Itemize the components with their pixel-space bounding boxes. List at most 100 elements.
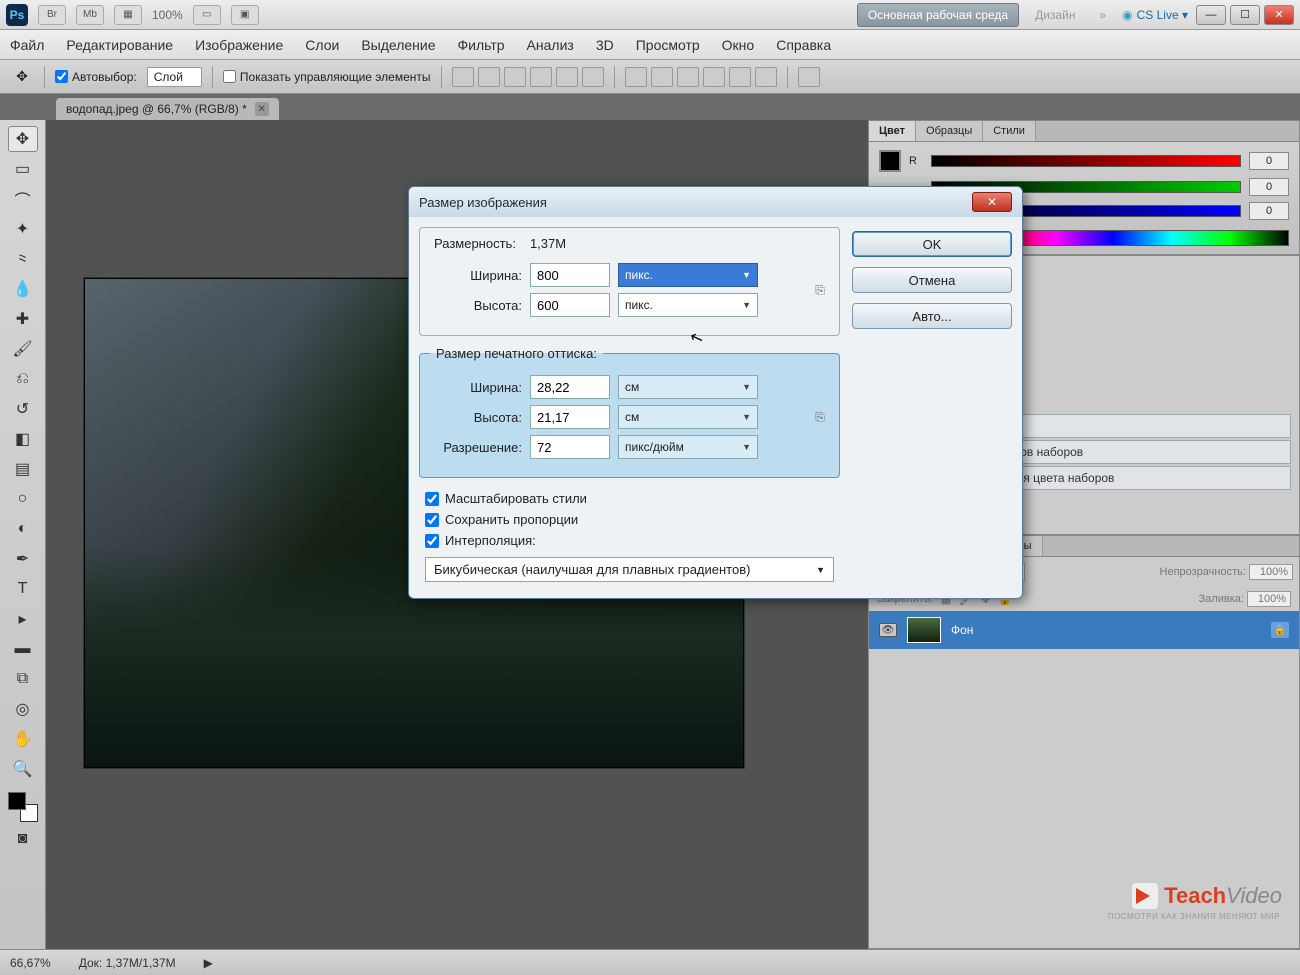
minibridge-icon[interactable]: Mb — [76, 5, 104, 25]
print-height-input[interactable] — [530, 405, 610, 429]
crop-tool[interactable]: ⺀ — [8, 246, 38, 272]
close-tab-icon[interactable]: ✕ — [255, 102, 269, 116]
workspace-main-button[interactable]: Основная рабочая среда — [857, 3, 1019, 27]
hand-tool[interactable]: ✋ — [8, 726, 38, 752]
menu-edit[interactable]: Редактирование — [66, 37, 173, 53]
resolution-input[interactable] — [530, 435, 610, 459]
menu-help[interactable]: Справка — [776, 37, 831, 53]
align-icon[interactable] — [556, 67, 578, 87]
width-unit-select[interactable]: пикс.▼ — [618, 263, 758, 287]
cancel-button[interactable]: Отмена — [852, 267, 1012, 293]
dialog-close-button[interactable]: ✕ — [972, 192, 1012, 212]
path-select-tool[interactable]: ▸ — [8, 606, 38, 632]
window-maximize-button[interactable]: ☐ — [1230, 5, 1260, 25]
move-tool-icon[interactable]: ✥ — [10, 66, 34, 88]
color-swatch[interactable] — [8, 792, 38, 822]
align-icon[interactable] — [452, 67, 474, 87]
scale-styles-checkbox[interactable]: Масштабировать стили — [419, 488, 840, 509]
status-arrow-icon[interactable]: ▶ — [204, 956, 213, 970]
window-close-button[interactable]: ✕ — [1264, 5, 1294, 25]
brush-tool[interactable]: 🖌 — [8, 336, 38, 362]
fill-value[interactable]: 100% — [1247, 591, 1291, 607]
height-input[interactable] — [530, 293, 610, 317]
b-value[interactable]: 0 — [1249, 202, 1289, 220]
resolution-unit-select[interactable]: пикс/дюйм▼ — [618, 435, 758, 459]
menu-file[interactable]: Файл — [10, 37, 44, 53]
tab-swatches[interactable]: Образцы — [916, 121, 983, 141]
menu-view[interactable]: Просмотр — [636, 37, 700, 53]
type-tool[interactable]: T — [8, 576, 38, 602]
width-input[interactable] — [530, 263, 610, 287]
auto-button[interactable]: Авто... — [852, 303, 1012, 329]
print-width-input[interactable] — [530, 375, 610, 399]
tab-styles[interactable]: Стили — [983, 121, 1036, 141]
wand-tool[interactable]: ✦ — [8, 216, 38, 242]
menu-analysis[interactable]: Анализ — [527, 37, 574, 53]
tab-color[interactable]: Цвет — [869, 121, 916, 141]
cslive-button[interactable]: ◉CS Live ▾ — [1122, 8, 1188, 22]
zoom-level[interactable]: 100% — [152, 8, 183, 22]
print-height-unit-select[interactable]: см▼ — [618, 405, 758, 429]
stamp-tool[interactable]: ⎌ — [8, 366, 38, 392]
view-extras-icon[interactable]: ▦ — [114, 5, 142, 25]
menu-image[interactable]: Изображение — [195, 37, 283, 53]
bridge-icon[interactable]: Br — [38, 5, 66, 25]
r-value[interactable]: 0 — [1249, 152, 1289, 170]
dodge-tool[interactable]: ◐ — [8, 516, 38, 542]
show-transform-checkbox[interactable]: Показать управляющие элементы — [223, 70, 431, 84]
arrange-icon[interactable]: ▭ — [193, 5, 221, 25]
distribute-icon[interactable] — [625, 67, 647, 87]
g-value[interactable]: 0 — [1249, 178, 1289, 196]
menu-select[interactable]: Выделение — [361, 37, 435, 53]
align-icon[interactable] — [530, 67, 552, 87]
constrain-link-icon[interactable]: ⎘ — [811, 283, 829, 298]
3d-camera-tool[interactable]: ◎ — [8, 696, 38, 722]
align-icon[interactable] — [478, 67, 500, 87]
3d-tool[interactable]: ⧉ — [8, 666, 38, 692]
visibility-icon[interactable]: 👁 — [879, 623, 897, 637]
eraser-tool[interactable]: ◧ — [8, 426, 38, 452]
layer-row[interactable]: 👁 Фон 🔒 — [869, 611, 1299, 649]
shape-tool[interactable]: ▬ — [8, 636, 38, 662]
marquee-tool[interactable]: ▭ — [8, 156, 38, 182]
r-slider[interactable] — [931, 155, 1241, 167]
move-tool[interactable]: ✥ — [8, 126, 38, 152]
print-constrain-link-icon[interactable]: ⎘ — [811, 410, 829, 425]
menu-filter[interactable]: Фильтр — [458, 37, 505, 53]
workspace-more-icon[interactable]: » — [1091, 4, 1114, 26]
height-unit-select[interactable]: пикс.▼ — [618, 293, 758, 317]
menu-layers[interactable]: Слои — [305, 37, 339, 53]
gradient-tool[interactable]: ▤ — [8, 456, 38, 482]
menu-3d[interactable]: 3D — [596, 37, 614, 53]
constrain-proportions-checkbox[interactable]: Сохранить пропорции — [419, 509, 840, 530]
layer-thumbnail[interactable] — [907, 617, 941, 643]
opacity-value[interactable]: 100% — [1249, 564, 1293, 580]
distribute-icon[interactable] — [651, 67, 673, 87]
foreground-swatch[interactable] — [879, 150, 901, 172]
align-icon[interactable] — [582, 67, 604, 87]
menu-window[interactable]: Окно — [722, 37, 755, 53]
distribute-icon[interactable] — [729, 67, 751, 87]
workspace-design-button[interactable]: Дизайн — [1027, 4, 1083, 26]
history-brush-tool[interactable]: ↺ — [8, 396, 38, 422]
document-tab[interactable]: водопад.jpeg @ 66,7% (RGB/8) * ✕ — [56, 98, 279, 120]
healing-tool[interactable]: ✚ — [8, 306, 38, 332]
zoom-tool[interactable]: 🔍 — [8, 756, 38, 782]
distribute-icon[interactable] — [677, 67, 699, 87]
blur-tool[interactable]: ○ — [8, 486, 38, 512]
resample-checkbox[interactable]: Интерполяция: — [419, 530, 840, 551]
distribute-icon[interactable] — [703, 67, 725, 87]
quickmask-icon[interactable]: ◙ — [8, 826, 38, 852]
status-zoom[interactable]: 66,67% — [10, 956, 51, 970]
auto-align-icon[interactable] — [798, 67, 820, 87]
screen-mode-icon[interactable]: ▣ — [231, 5, 259, 25]
distribute-icon[interactable] — [755, 67, 777, 87]
window-minimize-button[interactable]: — — [1196, 5, 1226, 25]
ok-button[interactable]: OK — [852, 231, 1012, 257]
pen-tool[interactable]: ✒ — [8, 546, 38, 572]
lasso-tool[interactable]: ⌒ — [8, 186, 38, 212]
eyedropper-tool[interactable]: 💧 — [8, 276, 38, 302]
print-width-unit-select[interactable]: см▼ — [618, 375, 758, 399]
align-icon[interactable] — [504, 67, 526, 87]
autoselect-target-select[interactable]: Слой — [147, 67, 202, 87]
